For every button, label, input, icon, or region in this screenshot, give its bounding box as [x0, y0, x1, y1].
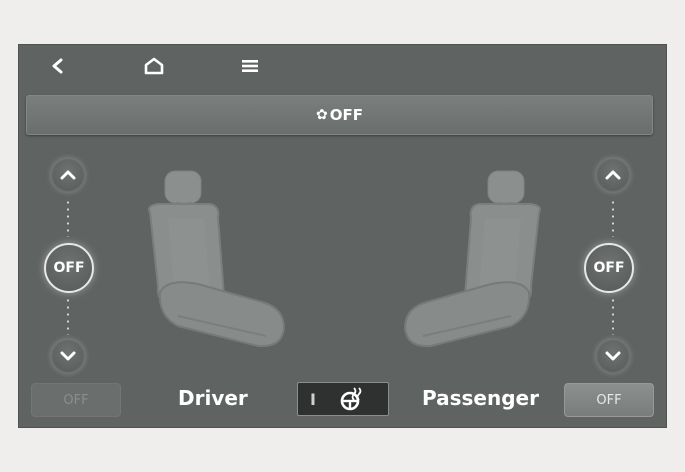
home-icon[interactable]	[142, 54, 166, 78]
driver-level-text: OFF	[53, 260, 85, 276]
chevron-down-icon	[605, 351, 621, 361]
menu-icon[interactable]	[238, 54, 262, 78]
driver-level-up-button[interactable]	[51, 158, 85, 192]
passenger-level-down-button[interactable]	[596, 339, 630, 373]
driver-level-down-button[interactable]	[51, 339, 85, 373]
fan-status-bar[interactable]: ✿ OFF	[26, 95, 653, 135]
passenger-level-up-button[interactable]	[596, 158, 630, 192]
toggle-mark: I	[310, 389, 316, 409]
passenger-level-dots-upper	[612, 199, 614, 237]
driver-seat-image	[148, 170, 286, 348]
passenger-level-display[interactable]: OFF	[584, 243, 634, 293]
passenger-seat-image	[403, 170, 541, 348]
climate-seat-screen: ✿ OFF OFF OFF OFF Driver I Passenger OFF	[18, 44, 667, 428]
heated-steering-icon	[338, 386, 364, 412]
fan-icon: ✿	[316, 107, 328, 123]
passenger-level-text: OFF	[593, 260, 625, 276]
heated-steering-toggle[interactable]: I	[297, 382, 389, 416]
fan-status-text: OFF	[329, 106, 363, 124]
passenger-level-dots-lower	[612, 297, 614, 335]
driver-label: Driver	[178, 386, 248, 410]
chevron-up-icon	[60, 170, 76, 180]
driver-level-dots-upper	[67, 199, 69, 237]
passenger-off-button[interactable]: OFF	[564, 383, 654, 417]
chevron-down-icon	[60, 351, 76, 361]
chevron-up-icon	[605, 170, 621, 180]
passenger-label: Passenger	[422, 386, 539, 410]
back-arrow-icon[interactable]	[46, 54, 70, 78]
driver-level-dots-lower	[67, 297, 69, 335]
driver-level-display[interactable]: OFF	[44, 243, 94, 293]
driver-off-button[interactable]: OFF	[31, 383, 121, 417]
passenger-off-label: OFF	[596, 392, 622, 408]
driver-off-label: OFF	[63, 392, 89, 408]
